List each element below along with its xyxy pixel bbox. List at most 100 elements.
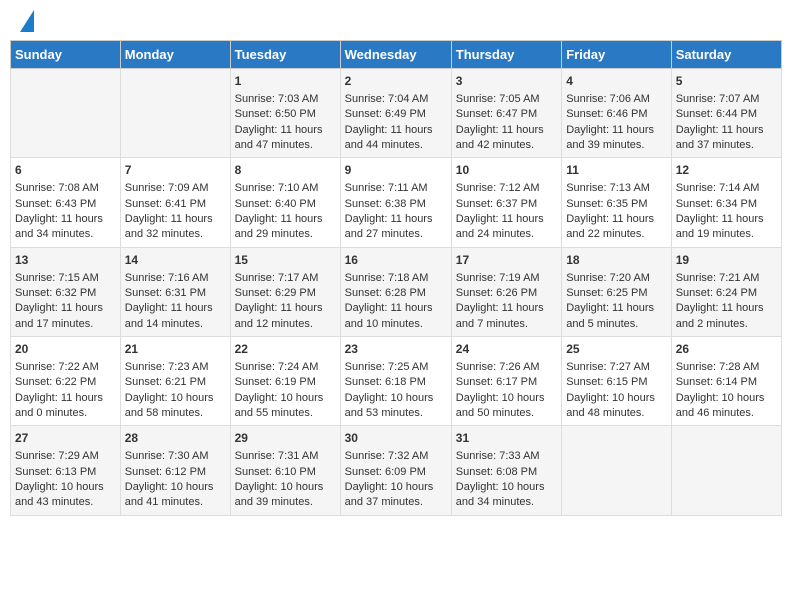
day-daylight: Daylight: 11 hours and 12 minutes.: [235, 302, 323, 329]
day-daylight: Daylight: 11 hours and 24 minutes.: [456, 213, 544, 240]
day-number: 15: [235, 252, 336, 269]
day-daylight: Daylight: 10 hours and 46 minutes.: [676, 392, 765, 419]
day-sunrise: Sunrise: 7:10 AM: [235, 182, 319, 194]
day-number: 20: [15, 341, 116, 358]
day-number: 31: [456, 430, 557, 447]
calendar-cell: 23Sunrise: 7:25 AMSunset: 6:18 PMDayligh…: [340, 337, 451, 426]
logo-icon: [20, 10, 34, 32]
day-daylight: Daylight: 10 hours and 50 minutes.: [456, 392, 545, 419]
day-sunrise: Sunrise: 7:33 AM: [456, 450, 540, 462]
day-sunrise: Sunrise: 7:24 AM: [235, 361, 319, 373]
day-daylight: Daylight: 11 hours and 39 minutes.: [566, 124, 654, 151]
calendar-cell: 15 Sunrise: 7:17 AM Sunset: 6:29 PM Dayligh…: [230, 247, 340, 336]
day-sunset: Sunset: 6:21 PM: [125, 376, 206, 388]
day-sunrise: Sunrise: 7:26 AM: [456, 361, 540, 373]
day-sunrise: Sunrise: 7:22 AM: [15, 361, 99, 373]
calendar-cell: 7Sunrise: 7:09 AMSunset: 6:41 PMDaylight…: [120, 158, 230, 247]
day-sunrise: Sunrise: 7:15 AM: [15, 272, 99, 284]
day-daylight: Daylight: 11 hours and 27 minutes.: [345, 213, 433, 240]
day-sunrise: Sunrise: 7:07 AM: [676, 93, 760, 105]
calendar-cell: [120, 69, 230, 158]
calendar-cell: [11, 69, 121, 158]
day-daylight: Daylight: 11 hours and 5 minutes.: [566, 302, 654, 329]
day-sunset: Sunset: 6:22 PM: [15, 376, 96, 388]
day-sunrise: Sunrise: 7:31 AM: [235, 450, 319, 462]
day-daylight: Daylight: 11 hours and 32 minutes.: [125, 213, 213, 240]
day-number: 13: [15, 252, 116, 269]
day-sunrise: Sunrise: 7:23 AM: [125, 361, 209, 373]
calendar-cell: 12Sunrise: 7:14 AMSunset: 6:34 PMDayligh…: [671, 158, 781, 247]
day-number: 26: [676, 341, 777, 358]
weekday-header: Tuesday: [230, 41, 340, 69]
day-daylight: Daylight: 11 hours and 47 minutes.: [235, 124, 323, 151]
day-number: 22: [235, 341, 336, 358]
weekday-header: Friday: [562, 41, 672, 69]
day-sunset: Sunset: 6:10 PM: [235, 466, 316, 478]
day-daylight: Daylight: 11 hours and 0 minutes.: [15, 392, 103, 419]
day-sunset: Sunset: 6:14 PM: [676, 376, 757, 388]
day-daylight: Daylight: 11 hours and 17 minutes.: [15, 302, 103, 329]
day-number: 19: [676, 252, 777, 269]
day-number: 28: [125, 430, 226, 447]
day-sunset: Sunset: 6:43 PM: [15, 198, 96, 210]
day-sunrise: Sunrise: 7:19 AM: [456, 272, 540, 284]
day-number: 14: [125, 252, 226, 269]
day-sunset: Sunset: 6:19 PM: [235, 376, 316, 388]
calendar-cell: 6Sunrise: 7:08 AMSunset: 6:43 PMDaylight…: [11, 158, 121, 247]
calendar-cell: 18Sunrise: 7:20 AMSunset: 6:25 PMDayligh…: [562, 247, 672, 336]
day-sunrise: Sunrise: 7:18 AM: [345, 272, 429, 284]
day-sunset: Sunset: 6:13 PM: [15, 466, 96, 478]
calendar-cell: 3Sunrise: 7:05 AMSunset: 6:47 PMDaylight…: [451, 69, 561, 158]
calendar-body: 1Sunrise: 7:03 AMSunset: 6:50 PMDaylight…: [11, 69, 782, 516]
day-number: 18: [566, 252, 667, 269]
day-sunset: Sunset: 6:40 PM: [235, 198, 316, 210]
day-number: 21: [125, 341, 226, 358]
day-sunset: Sunset: 6:47 PM: [456, 108, 537, 120]
day-number: 11: [566, 162, 667, 179]
calendar-cell: 28Sunrise: 7:30 AMSunset: 6:12 PMDayligh…: [120, 426, 230, 515]
day-sunset: Sunset: 6:15 PM: [566, 376, 647, 388]
day-number: 7: [125, 162, 226, 179]
day-number: 4: [566, 73, 667, 90]
day-sunrise: Sunrise: 7:08 AM: [15, 182, 99, 194]
day-sunset: Sunset: 6:29 PM: [235, 287, 316, 299]
day-sunrise: Sunrise: 7:06 AM: [566, 93, 650, 105]
calendar-cell: 20 Sunrise: 7:22 AM Sunset: 6:22 PM Dayligh…: [11, 337, 121, 426]
day-sunrise: Sunrise: 7:16 AM: [125, 272, 209, 284]
day-daylight: Daylight: 10 hours and 58 minutes.: [125, 392, 214, 419]
day-sunrise: Sunrise: 7:25 AM: [345, 361, 429, 373]
weekday-header: Saturday: [671, 41, 781, 69]
calendar-week-row: 13 Sunrise: 7:15 AM Sunset: 6:32 PM Dayligh…: [11, 247, 782, 336]
day-number: 6: [15, 162, 116, 179]
calendar-cell: 17Sunrise: 7:19 AMSunset: 6:26 PMDayligh…: [451, 247, 561, 336]
calendar-cell: 9Sunrise: 7:11 AMSunset: 6:38 PMDaylight…: [340, 158, 451, 247]
calendar-cell: 5Sunrise: 7:07 AMSunset: 6:44 PMDaylight…: [671, 69, 781, 158]
weekday-header: Sunday: [11, 41, 121, 69]
calendar-cell: 10Sunrise: 7:12 AMSunset: 6:37 PMDayligh…: [451, 158, 561, 247]
calendar-cell: 16Sunrise: 7:18 AMSunset: 6:28 PMDayligh…: [340, 247, 451, 336]
day-number: 25: [566, 341, 667, 358]
weekday-header: Wednesday: [340, 41, 451, 69]
day-sunrise: Sunrise: 7:04 AM: [345, 93, 429, 105]
day-sunset: Sunset: 6:28 PM: [345, 287, 426, 299]
day-sunrise: Sunrise: 7:13 AM: [566, 182, 650, 194]
day-sunset: Sunset: 6:32 PM: [15, 287, 96, 299]
logo: [14, 10, 34, 32]
calendar-cell: [562, 426, 672, 515]
day-sunrise: Sunrise: 7:17 AM: [235, 272, 319, 284]
day-number: 17: [456, 252, 557, 269]
day-sunrise: Sunrise: 7:12 AM: [456, 182, 540, 194]
calendar-week-row: 27Sunrise: 7:29 AMSunset: 6:13 PMDayligh…: [11, 426, 782, 515]
day-number: 23: [345, 341, 447, 358]
day-sunset: Sunset: 6:46 PM: [566, 108, 647, 120]
calendar-cell: 14Sunrise: 7:16 AMSunset: 6:31 PMDayligh…: [120, 247, 230, 336]
day-sunrise: Sunrise: 7:21 AM: [676, 272, 760, 284]
day-daylight: Daylight: 10 hours and 37 minutes.: [345, 481, 434, 508]
day-daylight: Daylight: 10 hours and 39 minutes.: [235, 481, 324, 508]
day-daylight: Daylight: 11 hours and 42 minutes.: [456, 124, 544, 151]
day-daylight: Daylight: 11 hours and 19 minutes.: [676, 213, 764, 240]
day-sunset: Sunset: 6:09 PM: [345, 466, 426, 478]
page-header: [10, 10, 782, 32]
day-sunset: Sunset: 6:25 PM: [566, 287, 647, 299]
day-daylight: Daylight: 10 hours and 55 minutes.: [235, 392, 324, 419]
